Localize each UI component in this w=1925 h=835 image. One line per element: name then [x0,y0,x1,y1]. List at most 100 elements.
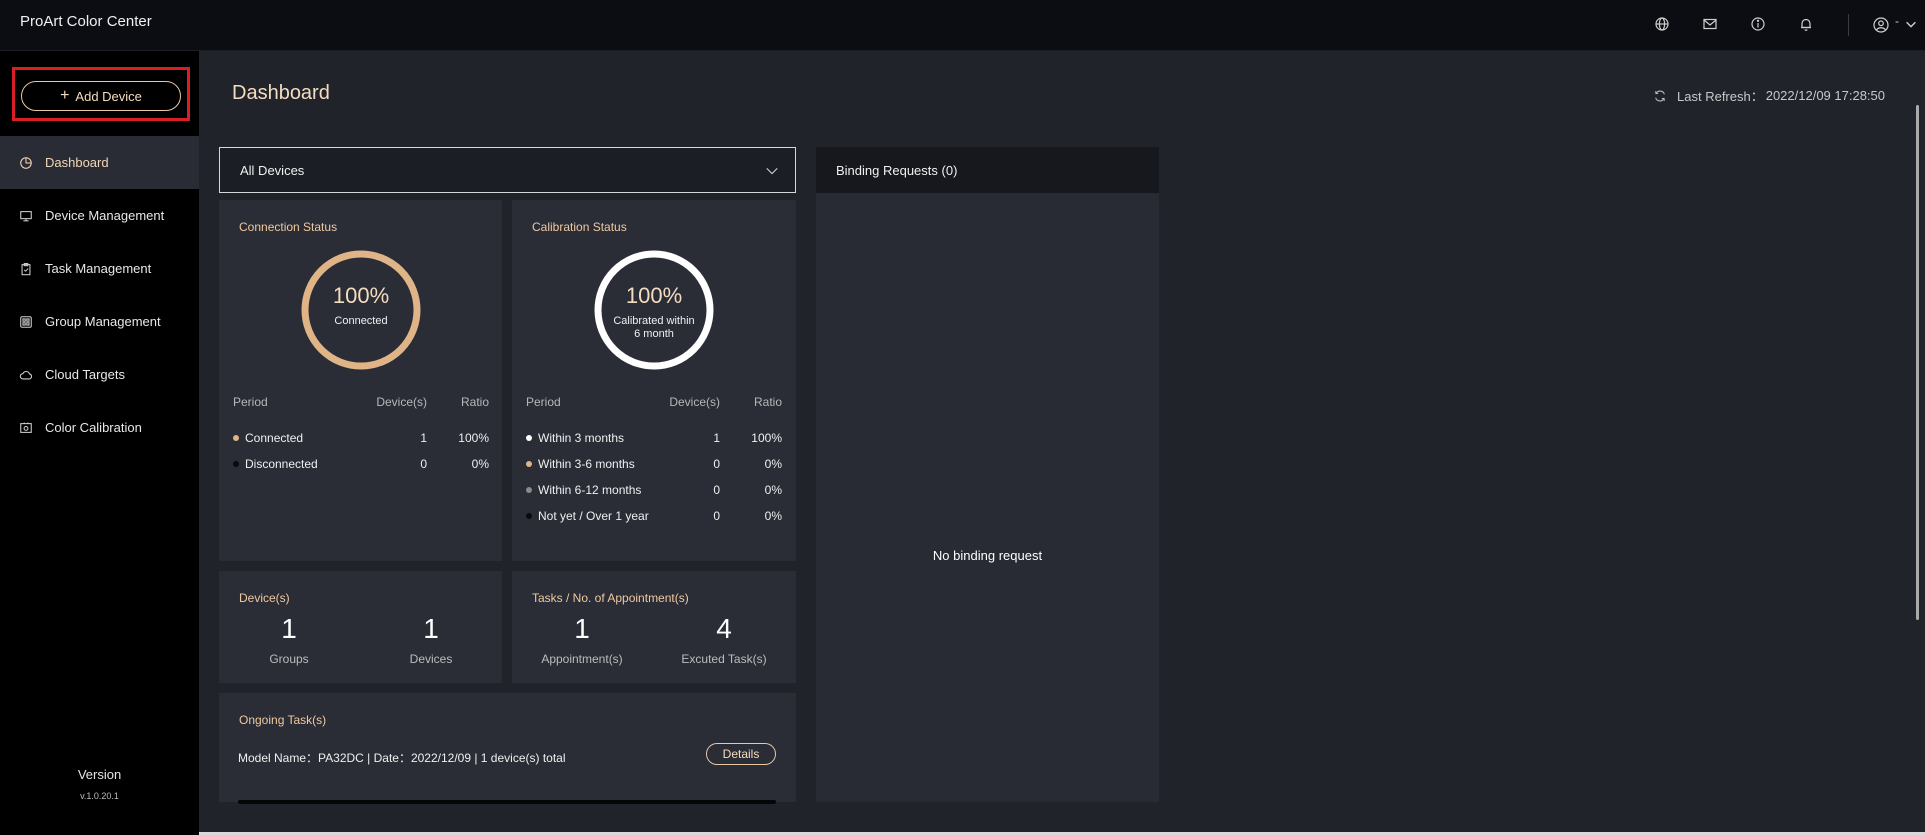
sidebar-item-label: Device Management [45,208,165,223]
row-ratio: 0% [764,509,782,523]
binding-requests-panel: Binding Requests (0) No binding request [816,147,1159,802]
dashboard-icon [18,155,33,170]
top-bar: ProArt Color Center - [0,0,1925,51]
table-row: Disconnected 0 0% [233,457,489,475]
ring-label-line-2: 6 month [634,328,674,340]
sidebar-item-task-management[interactable]: Task Management [0,242,199,295]
row-ratio: 0% [764,457,782,471]
ring-label-line-1: Calibrated within [613,315,695,327]
sidebar-item-dashboard[interactable]: Dashboard [0,136,199,189]
table-row: Not yet / Over 1 year 0 0% [526,509,782,527]
plus-icon: + [60,87,70,104]
version-label: Version [77,767,122,782]
row-ratio: 0% [471,457,489,471]
row-devices: 0 [420,457,427,471]
app-title: ProArt Color Center [20,13,152,30]
table-row: Connected 1 100% [233,431,489,449]
row-label: Within 3 months [538,431,625,445]
bell-icon[interactable] [1797,15,1815,33]
connection-ring-label: Connected [334,315,388,327]
devices-count: 1 [423,613,439,644]
table-row: Within 3 months 1 100% [526,431,782,449]
main-content: Dashboard Last Refresh： 2022/12/09 17:28… [199,51,1925,835]
groups-label: Groups [269,652,309,666]
avatar-icon[interactable] [1871,15,1891,35]
devices-label: Devices [409,652,453,666]
executed-label: Excuted Task(s) [681,652,767,666]
sidebar-item-device-management[interactable]: Device Management [0,189,199,242]
table-header: Period Device(s) Ratio [233,395,489,413]
device-filter-select[interactable]: All Devices [219,147,796,193]
row-label: Within 3-6 months [538,457,635,471]
row-devices: 0 [713,483,720,497]
last-refresh-value: 2022/12/09 17:28:50 [1765,88,1885,103]
last-refresh-label: Last Refresh： [1677,89,1764,104]
col-ratio: Ratio [460,395,489,409]
top-divider [1848,14,1849,36]
mail-icon[interactable] [1701,15,1719,33]
connection-status-card: Connection Status 100% Connected Period … [219,200,502,561]
legend-dot [526,460,532,467]
cloud-icon [18,367,33,382]
chevron-down-icon[interactable] [1904,15,1918,33]
add-device-button[interactable]: + Add Device [21,81,181,111]
calibration-ring: 100% Calibrated within 6 month [593,249,715,371]
col-period: Period [526,395,561,409]
calibration-icon [18,420,33,435]
row-label: Within 6-12 months [538,483,642,497]
row-ratio: 100% [751,431,782,445]
row-label: Not yet / Over 1 year [538,509,649,523]
legend-dot [526,486,532,493]
highlight-box: + Add Device [12,67,190,121]
clipboard-icon [18,261,33,276]
device-filter-value: All Devices [240,162,305,178]
sidebar-item-label: Dashboard [45,155,109,170]
col-devices: Device(s) [376,395,427,409]
row-devices: 0 [713,509,720,523]
sidebar-item-label: Group Management [45,314,161,329]
connection-ring-arc [301,250,421,370]
legend-dot [233,460,239,467]
chevron-down-icon [766,167,778,175]
connection-ring: 100% Connected [300,249,422,371]
user-name[interactable]: - [1895,14,1899,28]
calibration-ring-arc [594,250,714,370]
page-title: Dashboard [232,82,330,104]
version-number: v.1.0.20.1 [80,791,119,801]
monitor-icon [18,208,33,223]
row-ratio: 100% [458,431,489,445]
calibration-status-card: Calibration Status 100% Calibrated withi… [512,200,796,561]
row-devices: 1 [713,431,720,445]
last-refresh: Last Refresh： 2022/12/09 17:28:50 [1653,86,1885,105]
col-period: Period [233,395,268,409]
sidebar-item-label: Task Management [45,261,152,276]
card-title: Device(s) [239,591,290,605]
row-ratio: 0% [764,483,782,497]
details-button[interactable]: Details [706,743,776,765]
refresh-icon[interactable] [1653,89,1667,103]
info-icon[interactable] [1749,15,1767,33]
ongoing-task-summary: Model Name：PA32DC | Date：2022/12/09 | 1 … [238,751,566,765]
binding-empty-message: No binding request [932,548,1043,563]
executed-count: 4 [716,613,732,644]
ongoing-tasks-card: Ongoing Task(s) Model Name：PA32DC | Date… [219,693,796,804]
add-device-label: Add Device [75,88,142,104]
groups-count: 1 [281,613,297,644]
sidebar-item-group-management[interactable]: Group Management [0,295,199,348]
legend-dot [233,434,239,441]
calibration-ring-label: Calibrated within 6 month [593,315,715,341]
sidebar-item-label: Cloud Targets [45,367,125,382]
col-ratio: Ratio [753,395,782,409]
table-row: Within 6-12 months 0 0% [526,483,782,501]
legend-dot [526,434,532,441]
legend-dot [526,512,532,519]
sidebar-item-color-calibration[interactable]: Color Calibration [0,401,199,454]
sidebar-item-cloud-targets[interactable]: Cloud Targets [0,348,199,401]
top-icons: - [1595,0,1925,51]
scrollbar[interactable] [1916,105,1919,620]
row-devices: 1 [420,431,427,445]
globe-icon[interactable] [1653,15,1671,33]
col-devices: Device(s) [669,395,720,409]
appointments-label: Appointment(s) [541,652,623,666]
calibration-percent: 100% [625,283,683,308]
